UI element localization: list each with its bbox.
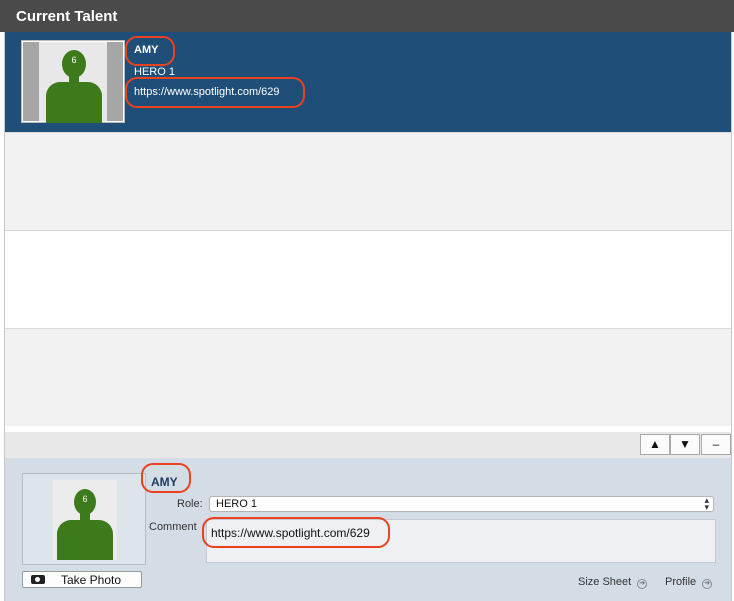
talent-url[interactable]: https://www.spotlight.com/629 xyxy=(134,86,280,98)
arrow-right-circle-icon: ➔ xyxy=(702,579,713,589)
talent-row-selected[interactable]: 6 AMY HERO 1 https://www.spotlight.com/6… xyxy=(5,32,731,132)
arrow-right-circle-icon: ➔ xyxy=(637,579,648,589)
talent-name: AMY xyxy=(134,44,159,56)
list-toolbar xyxy=(4,432,732,458)
select-arrows-icon: ▴ ▾ xyxy=(704,495,709,512)
detail-photo-well[interactable]: 6 xyxy=(22,473,146,565)
detail-name: AMY xyxy=(151,475,178,489)
comment-value: https://www.spotlight.com/629 xyxy=(211,526,370,540)
talent-list[interactable]: 6 AMY HERO 1 https://www.spotlight.com/6… xyxy=(4,32,732,432)
talent-thumbnail: 6 xyxy=(21,40,125,123)
person-silhouette-icon: 6 xyxy=(39,42,109,123)
camera-icon xyxy=(31,575,45,584)
role-label: Role: xyxy=(177,498,203,510)
detail-name-highlight: AMY xyxy=(141,463,191,493)
person-silhouette-icon: 6 xyxy=(53,480,117,560)
window-titlebar: Current Talent xyxy=(0,0,734,32)
talent-row-empty[interactable] xyxy=(5,328,731,426)
window-title: Current Talent xyxy=(16,8,118,25)
role-select[interactable]: HERO 1 ▴ ▾ xyxy=(209,496,714,512)
move-down-button[interactable]: ▼ xyxy=(670,434,700,455)
talent-row-empty[interactable] xyxy=(5,230,731,328)
take-photo-button[interactable]: Take Photo xyxy=(22,571,142,588)
profile-link[interactable]: Profile ➔ xyxy=(665,576,713,589)
comment-highlight: https://www.spotlight.com/629 xyxy=(202,517,390,548)
size-sheet-link[interactable]: Size Sheet ➔ xyxy=(578,576,648,589)
talent-row-empty[interactable] xyxy=(5,132,731,230)
comment-label: Comment xyxy=(149,521,197,533)
remove-button[interactable]: – xyxy=(701,434,731,455)
move-up-button[interactable]: ▲ xyxy=(640,434,670,455)
